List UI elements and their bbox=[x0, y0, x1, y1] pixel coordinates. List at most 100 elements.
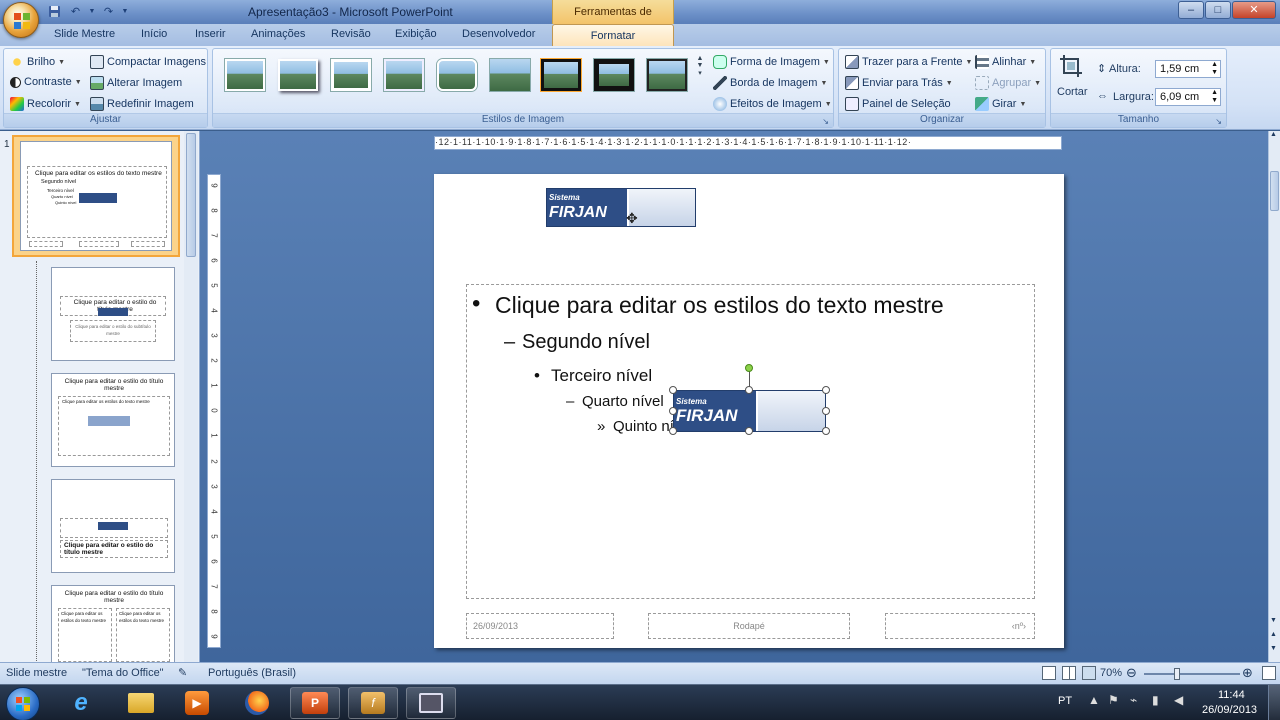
tray-power-icon[interactable]: ⌁ bbox=[1130, 693, 1137, 707]
style-thumb-1[interactable] bbox=[225, 59, 265, 91]
footer-date-placeholder[interactable]: 26/09/2013 bbox=[466, 613, 614, 639]
taskbar-explorer[interactable] bbox=[116, 687, 166, 719]
text-level4[interactable]: Quarto nível bbox=[582, 393, 664, 410]
start-button[interactable] bbox=[6, 687, 40, 720]
style-thumb-4[interactable] bbox=[384, 59, 424, 91]
style-thumb-5[interactable] bbox=[437, 59, 477, 91]
thumbnails-scroll-thumb[interactable] bbox=[186, 133, 196, 257]
fit-to-window-icon[interactable] bbox=[1262, 666, 1276, 680]
zoom-slider-thumb[interactable] bbox=[1174, 668, 1180, 680]
recolorir-button[interactable]: Recolorir ▼ bbox=[10, 97, 81, 111]
show-desktop-button[interactable] bbox=[1268, 685, 1280, 720]
style-thumb-9[interactable] bbox=[647, 59, 687, 91]
firjan-logo-selected[interactable]: Sistema FIRJAN bbox=[673, 390, 826, 432]
dialog-launcher-icon[interactable]: ↘ bbox=[822, 117, 829, 126]
taskbar-formula-app[interactable]: f bbox=[348, 687, 398, 719]
painel-de-selecao-button[interactable]: Painel de Seleção bbox=[845, 97, 951, 111]
clock-date[interactable]: 26/09/2013 bbox=[1202, 704, 1257, 716]
tray-network-icon[interactable]: ▮ bbox=[1152, 693, 1159, 707]
taskbar-media-player[interactable]: ▶ bbox=[172, 687, 222, 719]
style-thumb-8[interactable] bbox=[594, 59, 634, 91]
taskbar-ie[interactable]: e bbox=[56, 687, 106, 719]
scroll-thumb[interactable] bbox=[1270, 171, 1279, 211]
thumbnails-scrollbar[interactable] bbox=[184, 131, 198, 662]
zoom-out-icon[interactable]: ⊖ bbox=[1126, 665, 1137, 681]
tab-desenvolvedor[interactable]: Desenvolvedor bbox=[462, 28, 535, 40]
master-thumbnail-selected[interactable]: Clique para editar os estilos do texto m… bbox=[12, 135, 180, 257]
dialog-launcher-icon[interactable]: ↘ bbox=[1215, 117, 1222, 126]
tab-inicio[interactable]: Início bbox=[141, 28, 167, 40]
style-thumb-3[interactable] bbox=[331, 59, 371, 91]
vertical-scrollbar[interactable]: ▲ ▼ ▲ ▼ bbox=[1268, 131, 1280, 662]
trazer-para-frente-button[interactable]: Trazer para a Frente ▼ bbox=[845, 55, 972, 69]
undo-icon[interactable]: ↶ bbox=[67, 3, 84, 20]
zoom-level[interactable]: 70% bbox=[1100, 667, 1122, 679]
redo-icon[interactable]: ↷ bbox=[100, 3, 117, 20]
tray-flag-icon[interactable]: ⚑ bbox=[1108, 693, 1119, 707]
spellcheck-icon[interactable]: ✎ bbox=[178, 666, 187, 679]
tray-expand-icon[interactable]: ▲ bbox=[1088, 693, 1100, 707]
brilho-button[interactable]: Brilho ▼ bbox=[10, 55, 65, 69]
borda-de-imagem-button[interactable]: Borda de Imagem ▼ bbox=[713, 76, 827, 90]
tab-revisao[interactable]: Revisão bbox=[331, 28, 371, 40]
close-button[interactable]: ✕ bbox=[1232, 1, 1276, 19]
footer-placeholder[interactable]: Rodapé bbox=[648, 613, 850, 639]
spinner-icon[interactable]: ▲ ▼ bbox=[1211, 89, 1218, 105]
resize-handle-t[interactable] bbox=[745, 386, 753, 394]
girar-button[interactable]: Girar ▼ bbox=[975, 97, 1026, 111]
tray-volume-icon[interactable]: ◀ bbox=[1174, 693, 1183, 707]
text-level2[interactable]: Segundo nível bbox=[522, 331, 650, 354]
tab-slide-mestre[interactable]: Slide Mestre bbox=[54, 28, 115, 40]
resize-handle-tl[interactable] bbox=[669, 386, 677, 394]
resize-handle-br[interactable] bbox=[822, 427, 830, 435]
alinhar-button[interactable]: Alinhar ▼ bbox=[975, 55, 1036, 69]
taskbar-window[interactable] bbox=[406, 687, 456, 719]
style-thumb-7-selected[interactable] bbox=[541, 59, 581, 91]
previous-slide-icon[interactable]: ▲ bbox=[1270, 631, 1277, 638]
scroll-down-icon[interactable]: ▼ bbox=[1270, 617, 1277, 624]
maximize-button[interactable]: □ bbox=[1205, 1, 1231, 19]
taskbar-firefox[interactable] bbox=[232, 687, 282, 719]
tab-exibicao[interactable]: Exibição bbox=[395, 28, 437, 40]
status-language[interactable]: Português (Brasil) bbox=[208, 667, 296, 679]
gallery-scroll[interactable]: ▲ ▼ ▾ bbox=[695, 55, 705, 107]
gallery-up-icon[interactable]: ▲ bbox=[695, 55, 705, 62]
undo-dropdown-icon[interactable]: ▼ bbox=[88, 3, 96, 20]
master-thumbnail[interactable]: Clique para editar os estilos do texto m… bbox=[20, 141, 172, 251]
compactar-imagens-button[interactable]: Compactar Imagens bbox=[90, 55, 206, 69]
normal-view-icon[interactable] bbox=[1042, 666, 1056, 680]
slide-sorter-icon[interactable] bbox=[1062, 666, 1076, 680]
save-icon[interactable] bbox=[46, 3, 63, 20]
spinner-icon[interactable]: ▲ ▼ bbox=[1211, 61, 1218, 77]
layout-thumbnail-5[interactable]: Clique para editar o estilo do título me… bbox=[51, 585, 175, 665]
zoom-slider[interactable] bbox=[1144, 673, 1240, 675]
next-slide-icon[interactable]: ▼ bbox=[1270, 645, 1277, 652]
status-theme[interactable]: "Tema do Office" bbox=[82, 667, 164, 679]
resize-handle-bl[interactable] bbox=[669, 427, 677, 435]
enviar-para-tras-button[interactable]: Enviar para Trás ▼ bbox=[845, 76, 953, 90]
altura-input[interactable]: 1,59 cm ▲ ▼ bbox=[1155, 60, 1221, 78]
efeitos-de-imagem-button[interactable]: Efeitos de Imagem ▼ bbox=[713, 97, 832, 111]
style-thumb-6[interactable] bbox=[490, 59, 530, 91]
tab-inserir[interactable]: Inserir bbox=[195, 28, 226, 40]
taskbar-powerpoint[interactable]: P bbox=[290, 687, 340, 719]
cortar-button[interactable]: Cortar bbox=[1057, 53, 1088, 109]
gallery-more-icon[interactable]: ▾ bbox=[695, 69, 705, 77]
alterar-imagem-button[interactable]: Alterar Imagem bbox=[90, 76, 182, 90]
firjan-logo-top[interactable]: Sistema FIRJAN bbox=[546, 188, 696, 227]
gallery-down-icon[interactable]: ▼ bbox=[695, 62, 705, 69]
tab-formatar[interactable]: Formatar bbox=[552, 24, 674, 46]
resize-handle-r[interactable] bbox=[822, 407, 830, 415]
style-thumb-2[interactable] bbox=[278, 59, 318, 91]
contraste-button[interactable]: Contraste ▼ bbox=[10, 76, 82, 88]
resize-handle-b[interactable] bbox=[745, 427, 753, 435]
slideshow-icon[interactable] bbox=[1082, 666, 1096, 680]
scroll-up-icon[interactable]: ▲ bbox=[1270, 131, 1277, 138]
tab-animacoes[interactable]: Animações bbox=[251, 28, 305, 40]
zoom-in-icon[interactable]: ⊕ bbox=[1242, 665, 1253, 681]
resize-handle-tr[interactable] bbox=[822, 386, 830, 394]
customize-qat-icon[interactable]: ▼ bbox=[121, 3, 129, 20]
language-indicator[interactable]: PT bbox=[1058, 695, 1072, 707]
layout-thumbnail-3[interactable]: Clique para editar o estilo do título me… bbox=[51, 373, 175, 467]
clock-time[interactable]: 11:44 bbox=[1218, 689, 1245, 701]
